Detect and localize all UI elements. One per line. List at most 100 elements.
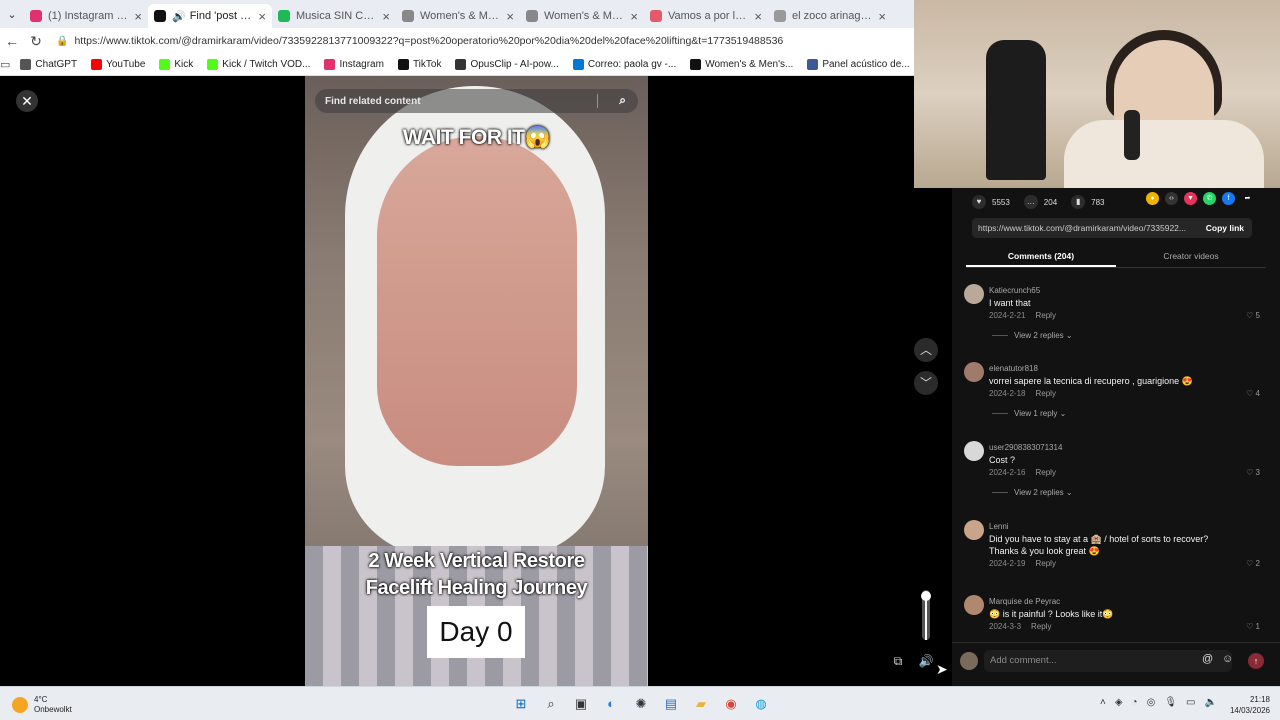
- next-video-chevron-down-icon[interactable]: ﹀: [914, 371, 938, 395]
- floating-player-icon[interactable]: ⧉: [889, 652, 907, 670]
- reply-button[interactable]: Reply: [1035, 389, 1055, 398]
- bookmark-item[interactable]: Panel acústico de...: [807, 59, 910, 70]
- browser-tab[interactable]: el zoco arinaga - Search ×: [768, 4, 892, 28]
- reply-button[interactable]: Reply: [1035, 311, 1055, 320]
- facebook-icon[interactable]: f: [1222, 192, 1235, 205]
- commenter-avatar[interactable]: [964, 441, 984, 461]
- previous-video-chevron-up-icon[interactable]: ︿: [914, 338, 938, 362]
- browser-tab[interactable]: Musica SIN Copyright para ×: [272, 4, 396, 28]
- comment-input[interactable]: Add comment...: [984, 650, 1232, 672]
- send-arrow-icon[interactable]: ↑: [1248, 653, 1264, 669]
- commenter-avatar[interactable]: [964, 595, 984, 615]
- video-player[interactable]: Find related content ⌕ WAIT FOR IT😱 2 We…: [305, 76, 648, 686]
- browser-tab[interactable]: (1) Instagram • Messages ×: [24, 4, 148, 28]
- comment-date: 2024-3-3: [989, 622, 1022, 631]
- bookmark-item[interactable]: Instagram: [324, 59, 384, 70]
- edge-icon[interactable]: ◍: [750, 694, 772, 714]
- close-icon[interactable]: ✕: [16, 90, 38, 112]
- coin-share-icon[interactable]: ●: [1146, 192, 1159, 205]
- browser-tab[interactable]: Vamos a por los mil SEG ×: [644, 4, 768, 28]
- tab-creator-videos[interactable]: Creator videos: [1116, 246, 1266, 267]
- reply-button[interactable]: Reply: [1035, 559, 1055, 568]
- related-search-input[interactable]: Find related content ⌕: [315, 89, 638, 113]
- share-arrow-icon[interactable]: ➦: [1241, 192, 1254, 205]
- mention-icon[interactable]: @: [1202, 653, 1213, 665]
- comment-like[interactable]: ♡ 4: [1246, 389, 1260, 398]
- bookmark-item[interactable]: Kick: [159, 59, 193, 70]
- tray-app-icon[interactable]: ◈: [1115, 697, 1123, 708]
- view-replies-button[interactable]: View 1 reply ⌄: [992, 409, 1066, 418]
- weather-widget[interactable]: 4°C Onbewolkt: [12, 695, 72, 715]
- video-link-text[interactable]: https://www.tiktok.com/@dramirkaram/vide…: [972, 223, 1198, 233]
- copy-link-button[interactable]: Copy link: [1198, 223, 1252, 233]
- tab-close-icon[interactable]: ×: [506, 9, 514, 24]
- url-field[interactable]: 🔒 https://www.tiktok.com/@dramirkaram/vi…: [56, 31, 906, 51]
- save-action[interactable]: ▮ 783: [1071, 195, 1105, 209]
- refresh-icon[interactable]: ↻: [24, 33, 48, 50]
- reply-button[interactable]: Reply: [1035, 468, 1055, 477]
- browser-tab[interactable]: Women's & Men's Clothing×: [520, 4, 644, 28]
- commenter-name[interactable]: elenatutor818: [989, 364, 1038, 373]
- comment-like[interactable]: ♡ 1: [1246, 622, 1260, 631]
- speaker-icon[interactable]: 🔊: [917, 652, 935, 670]
- search-icon[interactable]: ⌕: [540, 694, 562, 714]
- clock[interactable]: 21:18 14/03/2026: [1226, 694, 1270, 716]
- tab-close-icon[interactable]: ×: [134, 9, 142, 24]
- chrome-icon[interactable]: ◉: [720, 694, 742, 714]
- tab-close-icon[interactable]: ×: [878, 9, 886, 24]
- comment-text: vorrei sapere la tecnica di recupero , g…: [989, 376, 1193, 386]
- send-share-icon[interactable]: ▼: [1184, 192, 1197, 205]
- whatsapp-icon[interactable]: ✆: [1203, 192, 1216, 205]
- tray-app2-icon[interactable]: ◔: [1132, 697, 1138, 708]
- volume-icon[interactable]: 🔈: [1204, 697, 1216, 708]
- bookmark-item[interactable]: Women's & Men's...: [690, 59, 793, 70]
- search-icon[interactable]: ⌕: [619, 93, 626, 108]
- comment-like[interactable]: ♡ 5: [1246, 311, 1260, 320]
- windows-start-icon[interactable]: ⊞: [510, 694, 532, 714]
- embed-icon[interactable]: ‹›: [1165, 192, 1178, 205]
- store-icon[interactable]: ▤: [660, 694, 682, 714]
- view-replies-button[interactable]: View 2 replies ⌄: [992, 331, 1073, 340]
- network-icon[interactable]: ▭: [1186, 697, 1195, 708]
- commenter-avatar[interactable]: [964, 362, 984, 382]
- comment-like[interactable]: ♡ 3: [1246, 468, 1260, 477]
- commenter-avatar[interactable]: [964, 284, 984, 304]
- tab-close-icon[interactable]: ×: [382, 9, 390, 24]
- commenter-name[interactable]: user2908383071314: [989, 443, 1062, 452]
- task-view-icon[interactable]: ▣: [570, 694, 592, 714]
- tray-app3-icon[interactable]: ◎: [1147, 697, 1156, 708]
- back-icon[interactable]: ←: [0, 33, 24, 49]
- browser-tab[interactable]: Women's & Men's Clothing×: [396, 4, 520, 28]
- tab-list-chevron-icon[interactable]: ⌄: [0, 0, 24, 28]
- bookmark-item[interactable]: YouTube: [91, 59, 145, 70]
- app-icon[interactable]: ✺: [630, 694, 652, 714]
- file-explorer-icon[interactable]: ▰: [690, 694, 712, 714]
- bookmark-item[interactable]: Correo: paola gv -...: [572, 59, 676, 70]
- comment-like[interactable]: ♡ 2: [1246, 559, 1260, 568]
- volume-knob[interactable]: [921, 591, 931, 601]
- bookmark-item[interactable]: TikTok: [397, 59, 441, 70]
- microphone-icon[interactable]: 🎙: [1164, 697, 1177, 708]
- commenter-name[interactable]: Lenni: [989, 522, 1009, 531]
- tab-favicon-icon: [526, 10, 538, 22]
- commenter-name[interactable]: Katiecrunch65: [989, 286, 1040, 295]
- bookmark-item[interactable]: OpusClip - AI-pow...: [455, 59, 559, 70]
- tab-audio-icon[interactable]: 🔊: [172, 10, 186, 23]
- tray-chevron-up-icon[interactable]: ˄: [1100, 697, 1106, 708]
- copilot-icon[interactable]: ◐: [600, 694, 622, 714]
- reading-list-icon[interactable]: ▭: [0, 58, 10, 71]
- browser-tab[interactable]: 🔊Find 'post operatorio por dia del face …: [148, 4, 272, 28]
- bookmark-item[interactable]: Kick / Twitch VOD...: [207, 59, 310, 70]
- tab-comments[interactable]: Comments (204): [966, 246, 1116, 267]
- reply-button[interactable]: Reply: [1031, 622, 1051, 631]
- commenter-name[interactable]: Marquise de Peyrac: [989, 597, 1060, 606]
- tab-close-icon[interactable]: ×: [754, 9, 762, 24]
- tab-close-icon[interactable]: ×: [630, 9, 638, 24]
- like-action[interactable]: ♥ 5553: [972, 195, 1010, 209]
- bookmark-item[interactable]: ChatGPT: [20, 59, 77, 70]
- emoji-icon[interactable]: ☺: [1222, 653, 1233, 665]
- tab-close-icon[interactable]: ×: [258, 9, 266, 24]
- view-replies-button[interactable]: View 2 replies ⌄: [992, 488, 1073, 497]
- commenter-avatar[interactable]: [964, 520, 984, 540]
- comment-action[interactable]: … 204: [1023, 195, 1057, 209]
